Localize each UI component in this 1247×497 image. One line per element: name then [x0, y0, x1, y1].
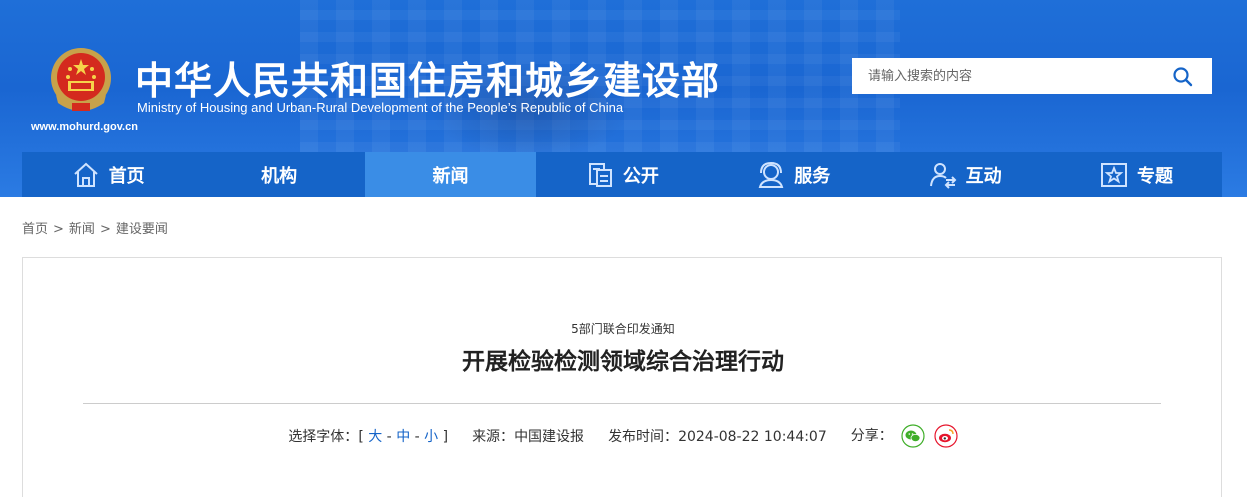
nav-item-news[interactable]: 新闻 [364, 152, 537, 197]
site-url: www.mohurd.gov.cn [31, 121, 138, 133]
nav-item-disclosure[interactable]: 公开 [536, 152, 707, 197]
article-source: 来源：中国建设报 [472, 426, 584, 446]
share-bar: 分享： [851, 424, 958, 448]
nav-item-home[interactable]: 首页 [22, 152, 193, 197]
article-publish-time: 发布时间：2024-08-22 10:44:07 [608, 426, 827, 446]
nav-label-organization: 机构 [261, 165, 298, 187]
breadcrumb-separator: > [53, 222, 64, 237]
font-small-button[interactable]: 小 [424, 429, 438, 445]
search-icon[interactable] [1172, 66, 1194, 88]
search-box [852, 58, 1212, 94]
breadcrumb-construction-news[interactable]: 建设要闻 [116, 222, 168, 237]
weibo-icon[interactable] [934, 424, 958, 448]
nav-label-topics: 专题 [1137, 165, 1174, 187]
source-label: 来源： [472, 429, 515, 445]
font-size-selector: 选择字体：[ 大 - 中 - 小 ] [288, 426, 448, 446]
nav-item-topics[interactable]: 专题 [1050, 152, 1221, 197]
national-emblem-icon [51, 48, 111, 111]
site-title: 中华人民共和国住房和城乡建设部 [135, 59, 721, 103]
service-icon [758, 161, 784, 188]
breadcrumb-separator: > [99, 222, 111, 237]
main-nav: 首页 机构 新闻 公开 服务 互动 专题 [22, 152, 1222, 197]
nav-label-disclosure: 公开 [622, 165, 659, 187]
nav-item-organization[interactable]: 机构 [193, 152, 364, 197]
bracket-open: [ [358, 429, 364, 445]
publish-time-value: 2024-08-22 10:44:07 [678, 429, 827, 445]
breadcrumb-news[interactable]: 新闻 [69, 222, 95, 237]
article-meta: 选择字体：[ 大 - 中 - 小 ] 来源：中国建设报 发布时间：2024-08… [23, 424, 1223, 448]
font-separator: - [410, 429, 425, 445]
breadcrumb-home[interactable]: 首页 [22, 222, 48, 237]
nav-label-service: 服务 [794, 165, 831, 187]
interaction-icon [929, 162, 957, 189]
breadcrumb: 首页 > 新闻 > 建设要闻 [22, 218, 168, 237]
font-large-button[interactable]: 大 [368, 429, 382, 445]
article-container: 5部门联合印发通知 开展检验检测领域综合治理行动 选择字体：[ 大 - 中 - … [22, 257, 1222, 497]
nav-label-news: 新闻 [432, 165, 469, 187]
disclosure-icon [588, 162, 612, 187]
bracket-close: ] [442, 429, 449, 445]
share-label: 分享： [850, 428, 893, 444]
nav-label-interaction: 互动 [965, 165, 1002, 187]
star-icon [1101, 162, 1128, 187]
site-subtitle: Ministry of Housing and Urban-Rural Deve… [137, 100, 624, 115]
divider [83, 403, 1161, 404]
article-pre-title: 5部门联合印发通知 [571, 322, 675, 336]
publish-label: 发布时间： [608, 429, 679, 445]
search-input[interactable] [852, 58, 1162, 94]
font-medium-button[interactable]: 中 [396, 429, 410, 445]
nav-item-interaction[interactable]: 互动 [879, 152, 1050, 197]
article-title: 开展检验检测领域综合治理行动 [462, 349, 784, 375]
nav-label-home: 首页 [108, 165, 145, 187]
font-separator: - [382, 429, 397, 445]
nav-item-service[interactable]: 服务 [708, 152, 879, 197]
wechat-icon[interactable] [901, 424, 925, 448]
font-size-label: 选择字体： [288, 429, 359, 445]
source-value: 中国建设报 [514, 429, 585, 445]
home-icon [74, 162, 98, 187]
